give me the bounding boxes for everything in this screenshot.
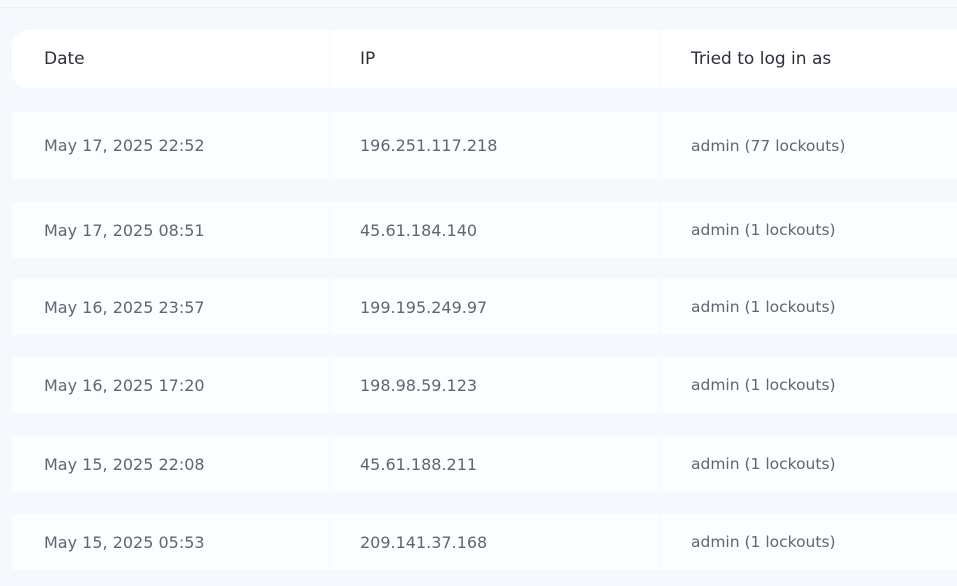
row-ip-cell: 198.98.59.123 <box>330 357 660 413</box>
row-ip: 196.251.117.218 <box>360 136 498 155</box>
lockout-log-page: Date IP Tried to log in as May 17, 2025 … <box>0 0 957 586</box>
row-user: admin (1 lockouts) <box>691 533 836 551</box>
table-row: May 15, 2025 05:53 209.141.37.168 admin … <box>12 514 957 570</box>
column-header-date: Date <box>44 49 85 69</box>
header-cell-date: Date <box>12 30 329 88</box>
row-date: May 16, 2025 17:20 <box>44 375 205 395</box>
row-user-cell: admin (77 lockouts) <box>661 112 957 179</box>
table-row: May 17, 2025 08:51 45.61.184.140 admin (… <box>12 202 957 258</box>
row-ip-cell: 209.141.37.168 <box>330 514 660 570</box>
row-user-cell: admin (1 lockouts) <box>661 436 957 492</box>
row-ip-cell: 45.61.188.211 <box>330 436 660 492</box>
row-date: May 17, 2025 08:51 <box>44 220 205 240</box>
header-cell-ip: IP <box>330 30 660 88</box>
table-row: May 17, 2025 22:52 196.251.117.218 admin… <box>12 112 957 179</box>
table-row: May 15, 2025 22:08 45.61.188.211 admin (… <box>12 436 957 492</box>
top-panel-edge <box>0 0 957 8</box>
row-date-cell: May 17, 2025 22:52 <box>12 112 329 179</box>
row-user: admin (1 lockouts) <box>691 376 836 394</box>
row-user-cell: admin (1 lockouts) <box>661 279 957 335</box>
row-ip: 209.141.37.168 <box>360 532 488 552</box>
column-header-ip: IP <box>360 49 376 69</box>
row-user-cell: admin (1 lockouts) <box>661 202 957 258</box>
row-date: May 15, 2025 22:08 <box>44 454 205 474</box>
row-ip: 45.61.184.140 <box>360 220 478 240</box>
row-ip-cell: 199.195.249.97 <box>330 279 660 335</box>
row-user: admin (1 lockouts) <box>691 455 836 473</box>
row-date-cell: May 16, 2025 17:20 <box>12 357 329 413</box>
table-row: May 16, 2025 17:20 198.98.59.123 admin (… <box>12 357 957 413</box>
row-date: May 15, 2025 05:53 <box>44 532 205 552</box>
row-date-cell: May 15, 2025 22:08 <box>12 436 329 492</box>
row-ip: 45.61.188.211 <box>360 454 478 474</box>
row-ip-cell: 45.61.184.140 <box>330 202 660 258</box>
row-user: admin (1 lockouts) <box>691 221 836 239</box>
header-cell-user: Tried to log in as <box>661 30 957 88</box>
row-date: May 16, 2025 23:57 <box>44 297 205 317</box>
row-date-cell: May 17, 2025 08:51 <box>12 202 329 258</box>
row-user: admin (1 lockouts) <box>691 298 836 316</box>
table-header: Date IP Tried to log in as <box>12 30 957 88</box>
row-date-cell: May 16, 2025 23:57 <box>12 279 329 335</box>
row-ip: 199.195.249.97 <box>360 297 488 317</box>
table-row: May 16, 2025 23:57 199.195.249.97 admin … <box>12 279 957 335</box>
row-date-cell: May 15, 2025 05:53 <box>12 514 329 570</box>
row-ip-cell: 196.251.117.218 <box>330 112 660 179</box>
row-ip: 198.98.59.123 <box>360 375 478 395</box>
column-header-user: Tried to log in as <box>691 49 832 69</box>
row-user-cell: admin (1 lockouts) <box>661 357 957 413</box>
row-date: May 17, 2025 22:52 <box>44 136 205 155</box>
row-user: admin (77 lockouts) <box>691 136 846 155</box>
row-user-cell: admin (1 lockouts) <box>661 514 957 570</box>
